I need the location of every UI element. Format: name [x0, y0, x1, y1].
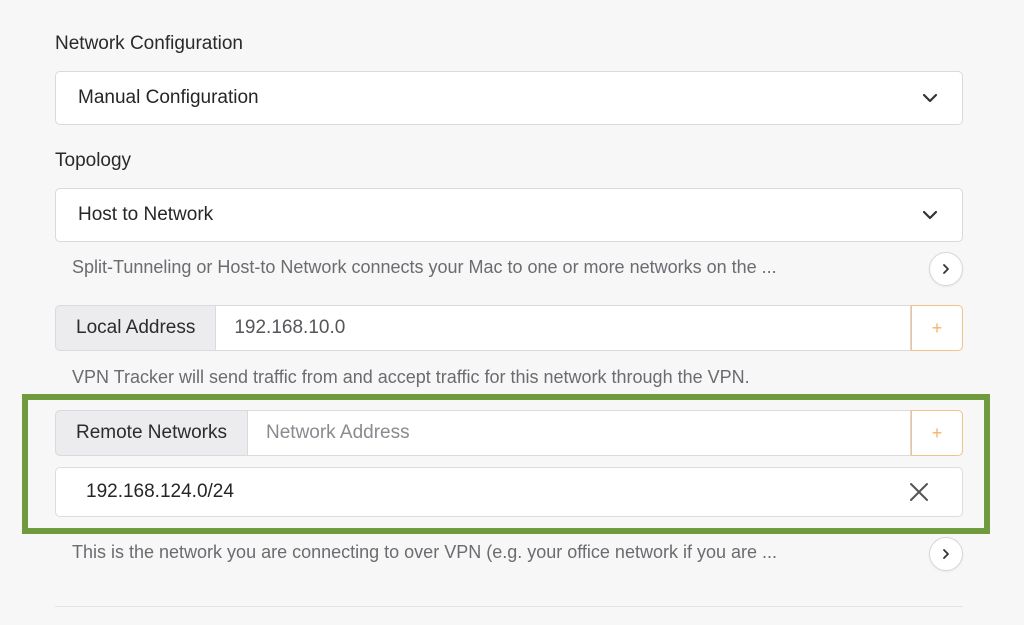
- remote-network-address: 192.168.124.0/24: [86, 481, 234, 502]
- remote-networks-more-button[interactable]: [929, 537, 963, 571]
- remote-networks-label: Remote Networks: [55, 410, 247, 456]
- chevron-down-icon: [922, 210, 938, 220]
- remote-networks-group: Remote Networks Network Address +: [55, 410, 963, 456]
- network-configuration-select[interactable]: Manual Configuration: [55, 71, 963, 125]
- chevron-right-icon: [943, 549, 949, 559]
- topology-select[interactable]: Host to Network: [55, 188, 963, 242]
- close-icon[interactable]: [908, 481, 930, 503]
- network-address-input[interactable]: Network Address: [247, 410, 911, 456]
- local-address-add-button[interactable]: +: [911, 305, 963, 351]
- plus-icon: +: [931, 422, 943, 443]
- topology-more-button[interactable]: [929, 252, 963, 286]
- local-address-group: Local Address 192.168.10.0 +: [55, 305, 963, 351]
- topology-value: Host to Network: [78, 204, 214, 225]
- topology-label: Topology: [55, 150, 132, 171]
- chevron-down-icon: [922, 93, 938, 103]
- divider: [55, 606, 963, 607]
- remote-networks-add-button[interactable]: +: [911, 410, 963, 456]
- chevron-right-icon: [943, 264, 949, 274]
- remote-network-item: 192.168.124.0/24: [55, 467, 963, 517]
- plus-icon: +: [931, 317, 943, 338]
- local-address-input[interactable]: 192.168.10.0: [215, 305, 911, 351]
- local-address-hint: VPN Tracker will send traffic from and a…: [72, 367, 750, 387]
- network-configuration-label: Network Configuration: [55, 33, 243, 54]
- local-address-label: Local Address: [55, 305, 216, 351]
- network-configuration-value: Manual Configuration: [78, 87, 259, 108]
- topology-hint: Split-Tunneling or Host-to Network conne…: [72, 257, 777, 277]
- remote-networks-hint: This is the network you are connecting t…: [72, 542, 778, 562]
